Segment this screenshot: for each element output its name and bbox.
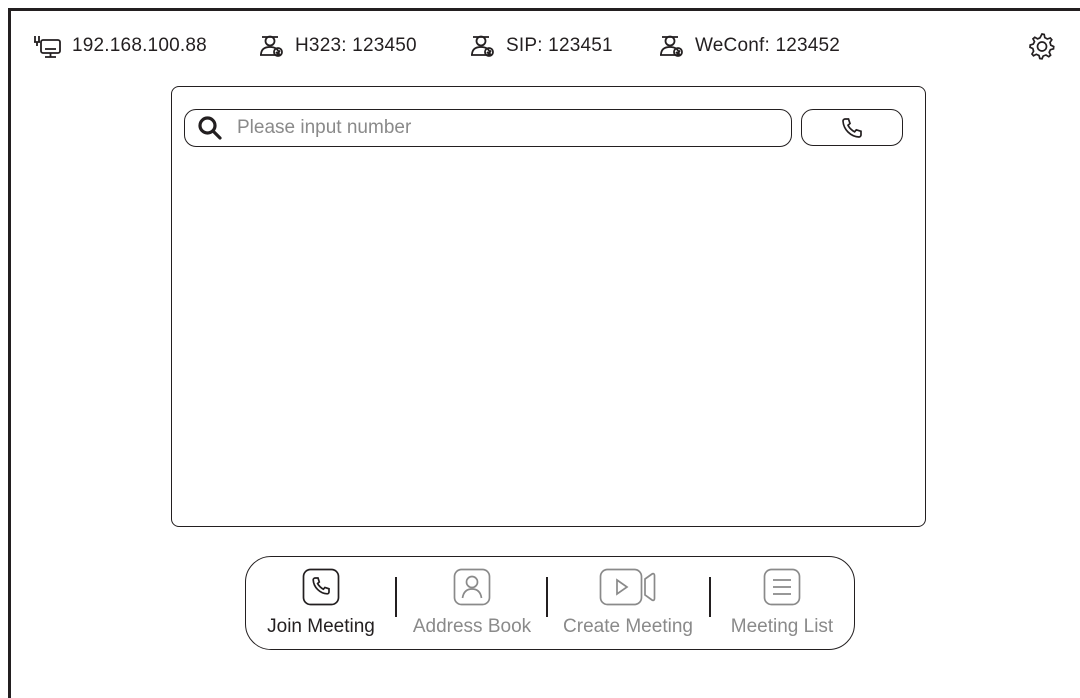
nav-address-book[interactable]: Address Book xyxy=(406,557,538,649)
list-icon xyxy=(763,568,801,606)
account-registered-icon xyxy=(468,33,506,59)
bottom-nav: Join Meeting Address Book Create Meeting xyxy=(245,556,855,650)
sip-number: SIP: 123451 xyxy=(506,35,613,56)
h323-number: H323: 123450 xyxy=(295,35,417,56)
dial-panel xyxy=(171,86,926,527)
account-registered-icon xyxy=(257,33,295,59)
account-registered-icon xyxy=(657,33,695,59)
number-search-box xyxy=(184,109,792,147)
call-button[interactable] xyxy=(801,109,903,146)
weconf-status: WeConf: 123452 xyxy=(657,28,840,64)
status-bar: 192.168.100.88 H323: 123450 SIP: 123451 xyxy=(0,28,1080,64)
ip-status: 192.168.100.88 xyxy=(32,28,207,64)
sip-status: SIP: 123451 xyxy=(468,28,613,64)
nav-label: Create Meeting xyxy=(563,616,693,637)
nav-divider xyxy=(709,577,711,617)
gear-icon xyxy=(1027,33,1057,65)
nav-label: Meeting List xyxy=(730,616,834,637)
nav-label: Join Meeting xyxy=(267,616,375,637)
nav-create-meeting[interactable]: Create Meeting xyxy=(555,557,701,649)
phone-icon xyxy=(840,116,864,140)
nav-label: Address Book xyxy=(412,616,532,637)
nav-divider xyxy=(546,577,548,617)
nav-divider xyxy=(395,577,397,617)
phone-icon xyxy=(302,568,340,606)
contact-icon xyxy=(453,568,491,606)
h323-status: H323: 123450 xyxy=(257,28,417,64)
number-input[interactable] xyxy=(235,116,791,140)
nav-meeting-list[interactable]: Meeting List xyxy=(720,557,844,649)
network-icon xyxy=(32,33,72,59)
ip-address: 192.168.100.88 xyxy=(72,35,207,56)
nav-join-meeting[interactable]: Join Meeting xyxy=(260,557,382,649)
settings-button[interactable] xyxy=(1027,31,1057,61)
weconf-number: WeConf: 123452 xyxy=(695,35,841,56)
search-icon xyxy=(197,115,223,141)
video-camera-icon xyxy=(599,568,657,606)
